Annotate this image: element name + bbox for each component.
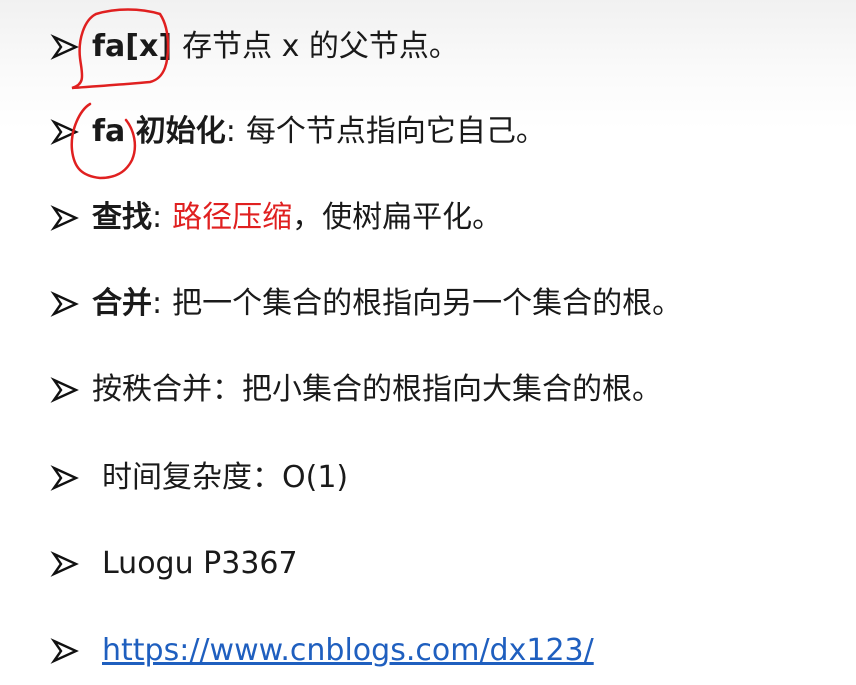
bullet-text: 查找 : 路径压缩 ，使树扁平化。: [92, 193, 502, 243]
slide: fa[x] 存节点 x 的父节点。 fa 初始化 : 每个节点指向它自己。 查找…: [0, 0, 856, 685]
bullet-text: fa[x] 存节点 x 的父节点。: [92, 22, 459, 72]
bullet-union: 合并 : 把一个集合的根指向另一个集合的根。: [50, 279, 682, 329]
bullet-text: fa 初始化 : 每个节点指向它自己。: [92, 107, 546, 157]
bullet-separator: :: [152, 286, 163, 321]
bullet-fa-init: fa 初始化 : 每个节点指向它自己。: [50, 107, 546, 157]
bullet-separator: :: [152, 200, 163, 235]
bullet-description: 存节点 x 的父节点。: [182, 29, 459, 64]
arrow-bullet-icon: [50, 203, 80, 233]
bullet-union-by-rank: 按秩合并：把小集合的根指向大集合的根。: [50, 365, 662, 415]
arrow-bullet-icon: [50, 32, 80, 62]
bullet-description: 每个节点指向它自己。: [245, 114, 546, 149]
bullet-description: 时间复杂度：O(1): [102, 460, 349, 495]
bullet-find: 查找 : 路径压缩 ，使树扁平化。: [50, 193, 502, 243]
cnblogs-link[interactable]: https://www.cnblogs.com/dx123/: [102, 626, 594, 676]
bullet-description: 按秩合并：把小集合的根指向大集合的根。: [92, 372, 662, 407]
bullet-description: Luogu P3367: [102, 546, 298, 581]
bullet-bold-term: fa[x]: [92, 29, 173, 64]
arrow-bullet-icon: [50, 289, 80, 319]
bullet-link: https://www.cnblogs.com/dx123/: [50, 626, 594, 676]
bullet-description: 把一个集合的根指向另一个集合的根。: [172, 286, 683, 321]
bullet-complexity: 时间复杂度：O(1): [50, 453, 348, 503]
bullet-bold-term: fa 初始化: [92, 114, 226, 149]
bullet-text: 合并 : 把一个集合的根指向另一个集合的根。: [92, 279, 682, 329]
bullet-bold-term: 查找: [92, 200, 152, 235]
bullet-highlight: 路径压缩: [172, 200, 293, 235]
bullet-separator: :: [225, 114, 236, 149]
bullet-description: ，使树扁平化。: [292, 200, 503, 235]
bullet-bold-term: 合并: [92, 286, 152, 321]
bullet-fa-x: fa[x] 存节点 x 的父节点。: [50, 22, 459, 72]
arrow-bullet-icon: [50, 549, 80, 579]
arrow-bullet-icon: [50, 463, 80, 493]
arrow-bullet-icon: [50, 636, 80, 666]
arrow-bullet-icon: [50, 117, 80, 147]
bullet-luogu: Luogu P3367: [50, 539, 298, 589]
arrow-bullet-icon: [50, 375, 80, 405]
